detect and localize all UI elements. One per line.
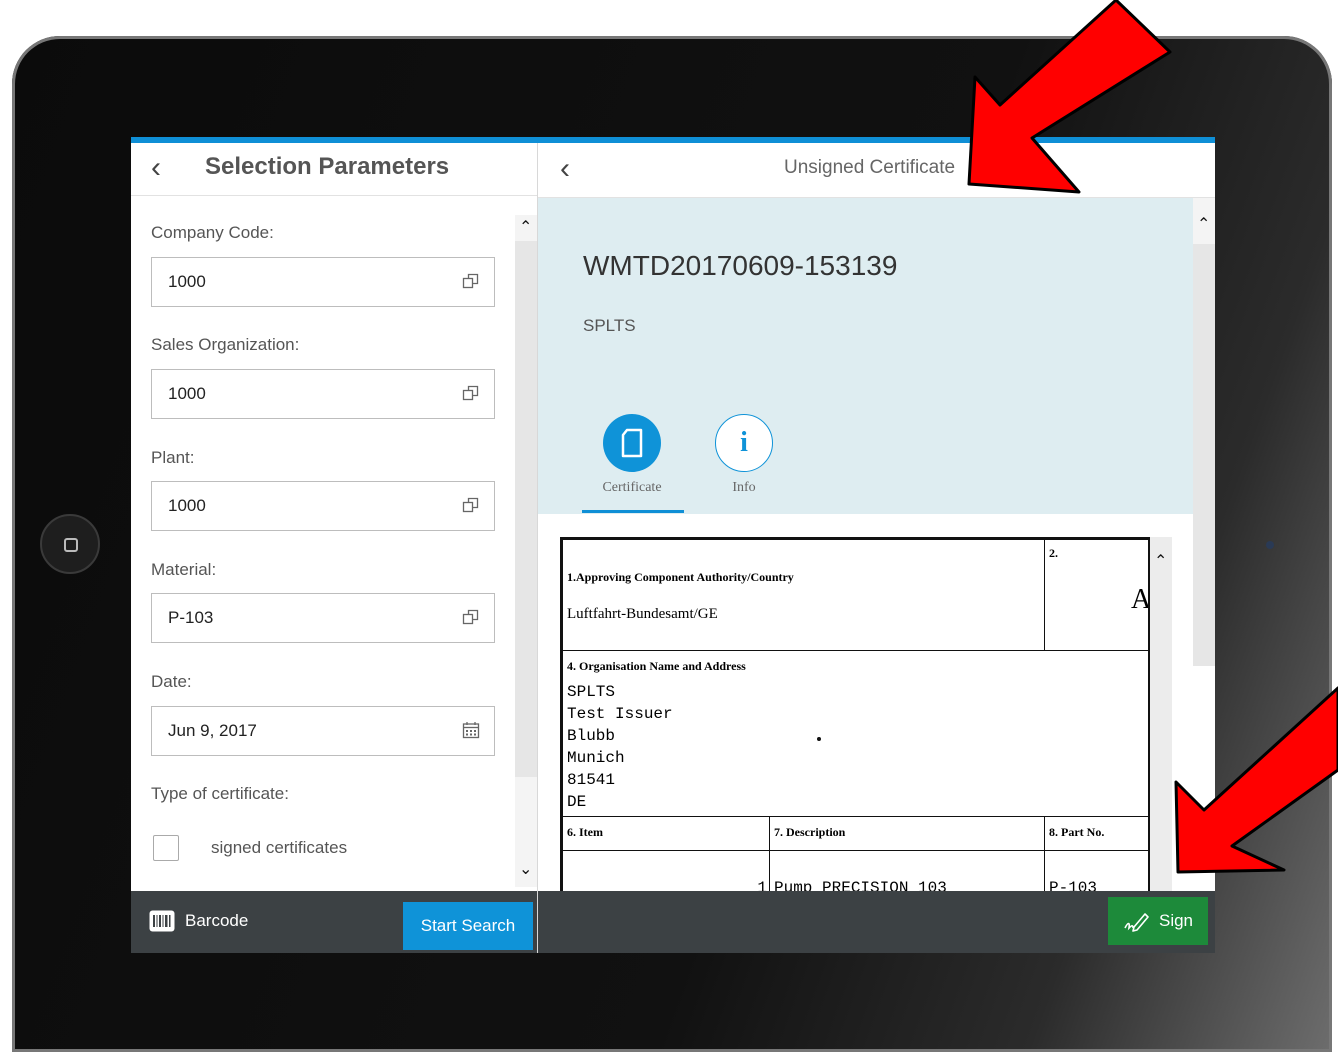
certificate-document: 1.Approving Component Authority/Country … bbox=[560, 537, 1150, 897]
scrollbar-thumb[interactable] bbox=[1193, 244, 1215, 666]
tab-certificate-label: Certificate bbox=[602, 480, 662, 495]
plant-label: Plant: bbox=[151, 448, 195, 467]
date-input[interactable]: Jun 9, 2017 bbox=[151, 706, 495, 756]
certificate-issuer: SPLTS bbox=[583, 316, 636, 335]
certificate-detail-panel: ‹ Unsigned Certificate WMTD20170609-1531… bbox=[538, 143, 1215, 953]
doc-col-part: 8. Part No. bbox=[1044, 816, 1148, 851]
material-value: P-103 bbox=[168, 608, 214, 627]
signature-icon bbox=[1124, 913, 1149, 932]
back-chevron-icon[interactable]: ‹ bbox=[151, 153, 161, 183]
doc-box-4-label: 4. Organisation Name and Address bbox=[567, 659, 746, 673]
address-line: Blubb bbox=[567, 727, 616, 745]
material-input[interactable]: P-103 bbox=[151, 593, 495, 643]
selection-footer: Barcode Start Search bbox=[131, 891, 537, 953]
selected-tab-indicator bbox=[582, 510, 684, 513]
date-label: Date: bbox=[151, 672, 192, 691]
scrollbar-thumb[interactable] bbox=[515, 241, 537, 777]
detail-header: ‹ Unsigned Certificate bbox=[538, 143, 1215, 198]
organisation-address: SPLTS Test Issuer Blubb Munich 81541 DE bbox=[567, 681, 673, 813]
tab-info[interactable]: i Info bbox=[694, 414, 794, 496]
signed-certificates-label: signed certificates bbox=[211, 838, 348, 857]
doc-row-part: P-103 bbox=[1044, 850, 1148, 895]
value-help-icon[interactable] bbox=[462, 272, 480, 290]
camera bbox=[1266, 541, 1274, 549]
doc-box-2-value: A bbox=[1131, 584, 1150, 615]
address-line: Munich bbox=[567, 749, 625, 767]
document-icon bbox=[603, 414, 661, 472]
company-code-input[interactable]: 1000 bbox=[151, 257, 495, 307]
doc-box-2-label: 2. bbox=[1049, 546, 1058, 560]
company-code-value: 1000 bbox=[168, 272, 206, 291]
value-help-icon[interactable] bbox=[462, 496, 480, 514]
detail-footer: Sign bbox=[538, 891, 1215, 953]
tab-certificate[interactable]: Certificate bbox=[582, 414, 682, 496]
value-help-icon[interactable] bbox=[462, 384, 480, 402]
col-item-label: 6. Item bbox=[567, 825, 603, 839]
sign-button[interactable]: Sign bbox=[1108, 897, 1208, 945]
doc-box-2: 2. A bbox=[1044, 539, 1150, 651]
scroll-up-icon[interactable]: ⌃ bbox=[519, 217, 532, 237]
doc-box-1-label: 1.Approving Component Authority/Country bbox=[567, 570, 794, 584]
scroll-up-icon[interactable]: ⌃ bbox=[1154, 551, 1167, 571]
signed-certificates-checkbox[interactable] bbox=[153, 835, 179, 861]
info-icon: i bbox=[715, 414, 773, 472]
date-value: Jun 9, 2017 bbox=[168, 721, 257, 740]
address-line: DE bbox=[567, 793, 587, 811]
back-chevron-icon[interactable]: ‹ bbox=[560, 154, 570, 184]
page-title: Selection Parameters bbox=[205, 153, 450, 180]
scroll-down-icon[interactable]: ⌄ bbox=[519, 859, 532, 879]
plant-value: 1000 bbox=[168, 496, 206, 515]
certificate-type-label: Type of certificate: bbox=[151, 784, 289, 803]
material-label: Material: bbox=[151, 560, 217, 579]
selection-scrollbar[interactable]: ⌃ ⌄ bbox=[515, 215, 537, 887]
tab-info-label: Info bbox=[732, 480, 756, 495]
scroll-up-icon[interactable]: ⌃ bbox=[1197, 214, 1210, 234]
sales-org-label: Sales Organization: bbox=[151, 335, 300, 354]
barcode-button[interactable]: Barcode bbox=[149, 905, 248, 937]
barcode-icon bbox=[149, 910, 175, 932]
value-help-icon[interactable] bbox=[462, 608, 480, 626]
address-line: Test Issuer bbox=[567, 705, 673, 723]
barcode-label: Barcode bbox=[185, 911, 249, 930]
detail-scrollbar[interactable]: ⌃ bbox=[1193, 198, 1215, 666]
doc-row-description: Pump PRECISION 103 bbox=[769, 850, 1045, 895]
selection-header: ‹ Selection Parameters bbox=[131, 143, 537, 196]
sales-org-value: 1000 bbox=[168, 384, 206, 403]
doc-box-4: 4. Organisation Name and Address SPLTS T… bbox=[562, 650, 1148, 817]
doc-col-item: 6. Item bbox=[562, 816, 770, 851]
address-line: SPLTS bbox=[567, 683, 616, 701]
certificate-number: WMTD20170609-153139 bbox=[583, 250, 898, 281]
col-description-label: 7. Description bbox=[774, 825, 846, 839]
company-code-label: Company Code: bbox=[151, 223, 274, 242]
doc-col-description: 7. Description bbox=[769, 816, 1045, 851]
app-screen: ‹ Selection Parameters Company Code: 100… bbox=[131, 137, 1215, 953]
address-line: 81541 bbox=[567, 771, 616, 789]
calendar-icon[interactable] bbox=[462, 721, 480, 739]
sales-org-input[interactable]: 1000 bbox=[151, 369, 495, 419]
doc-box-1-value: Luftfahrt-Bundesamt/GE bbox=[567, 606, 718, 622]
doc-row-item: 1 bbox=[562, 850, 770, 895]
detail-title: Unsigned Certificate bbox=[784, 157, 956, 178]
document-scrollbar[interactable]: ⌃ bbox=[1150, 537, 1172, 891]
col-part-label: 8. Part No. bbox=[1049, 825, 1105, 839]
home-button[interactable] bbox=[40, 514, 100, 574]
plant-input[interactable]: 1000 bbox=[151, 481, 495, 531]
selection-panel: ‹ Selection Parameters Company Code: 100… bbox=[131, 143, 538, 953]
dot-mark bbox=[817, 737, 821, 741]
doc-box-1: 1.Approving Component Authority/Country … bbox=[562, 539, 1045, 651]
object-header: WMTD20170609-153139 SPLTS Certificate i … bbox=[538, 198, 1193, 514]
start-search-button[interactable]: Start Search bbox=[403, 902, 533, 950]
sign-label: Sign bbox=[1158, 911, 1194, 930]
